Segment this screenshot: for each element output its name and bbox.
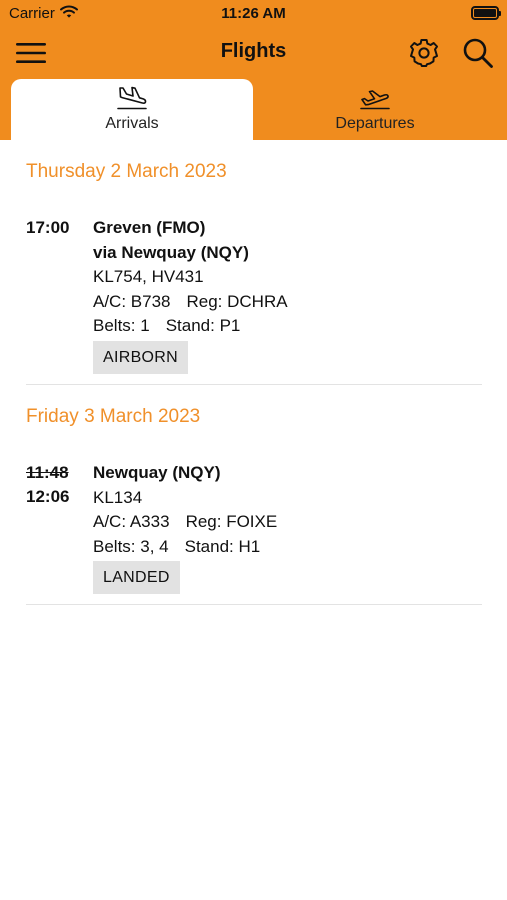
flight-origin: Greven (FMO) bbox=[93, 218, 206, 237]
aircraft-type: A/C: B738 bbox=[93, 291, 171, 311]
flight-origin: Newquay (NQY) bbox=[93, 463, 221, 482]
tab-arrivals[interactable]: Arrivals bbox=[11, 79, 253, 140]
status-badge: LANDED bbox=[93, 561, 180, 594]
stand: Stand: P1 bbox=[165, 316, 241, 335]
flight-row[interactable]: 11:48 12:06 Newquay (NQY) KL134 A/C: A33… bbox=[26, 461, 483, 594]
app-header: Carrier 11:26 AM Flights Arrivals Depart… bbox=[0, 0, 507, 140]
flight-times: 11:48 12:06 bbox=[26, 461, 86, 509]
search-button[interactable] bbox=[461, 36, 495, 70]
status-badge: AIRBORN bbox=[93, 340, 188, 374]
status-bar: Carrier 11:26 AM bbox=[0, 0, 507, 28]
flight-numbers: KL134 bbox=[93, 487, 143, 507]
actual-time: 12:06 bbox=[26, 487, 70, 506]
row-divider bbox=[26, 384, 482, 385]
aircraft-registration: Reg: FOIXE bbox=[185, 512, 278, 531]
scheduled-time: 11:48 bbox=[26, 463, 69, 482]
navigation-bar: Flights bbox=[0, 28, 507, 78]
gate-info: Belts: 1 Stand: P1 bbox=[93, 314, 288, 339]
arrival-time: 17:00 bbox=[26, 218, 70, 237]
flight-times: 17:00 bbox=[26, 216, 86, 240]
day-header: Thursday 2 March 2023 bbox=[26, 161, 227, 182]
search-icon bbox=[463, 38, 493, 68]
aircraft-info: A/C: A333 Reg: FOIXE bbox=[93, 510, 277, 535]
settings-button[interactable] bbox=[407, 36, 441, 70]
flight-row[interactable]: 17:00 Greven (FMO) via Newquay (NQY) KL7… bbox=[26, 216, 483, 374]
tab-arrivals-label: Arrivals bbox=[105, 115, 159, 132]
plane-landing-icon bbox=[117, 86, 147, 110]
battery-icon bbox=[471, 6, 501, 20]
row-divider bbox=[26, 604, 482, 605]
flight-via: via Newquay (NQY) bbox=[93, 242, 249, 262]
flight-details: Newquay (NQY) KL134 A/C: A333 Reg: FOIXE … bbox=[93, 461, 277, 594]
aircraft-type: A/C: A333 bbox=[93, 512, 170, 531]
stand: Stand: H1 bbox=[184, 536, 261, 556]
tab-departures-label: Departures bbox=[335, 115, 415, 132]
belts: Belts: 1 bbox=[93, 316, 150, 335]
day-header: Friday 3 March 2023 bbox=[26, 406, 201, 427]
tab-bar: Arrivals Departures bbox=[0, 79, 507, 140]
plane-takeoff-icon bbox=[360, 90, 390, 110]
aircraft-registration: Reg: DCHRA bbox=[186, 291, 288, 311]
aircraft-info: A/C: B738 Reg: DCHRA bbox=[93, 290, 288, 315]
belts: Belts: 3, 4 bbox=[93, 536, 169, 556]
status-time: 11:26 AM bbox=[221, 5, 286, 22]
flight-details: Greven (FMO) via Newquay (NQY) KL754, HV… bbox=[93, 216, 288, 374]
flight-numbers: KL754, HV431 bbox=[93, 267, 204, 286]
gear-icon bbox=[410, 39, 438, 67]
tab-departures[interactable]: Departures bbox=[254, 79, 496, 140]
gate-info: Belts: 3, 4 Stand: H1 bbox=[93, 535, 277, 560]
